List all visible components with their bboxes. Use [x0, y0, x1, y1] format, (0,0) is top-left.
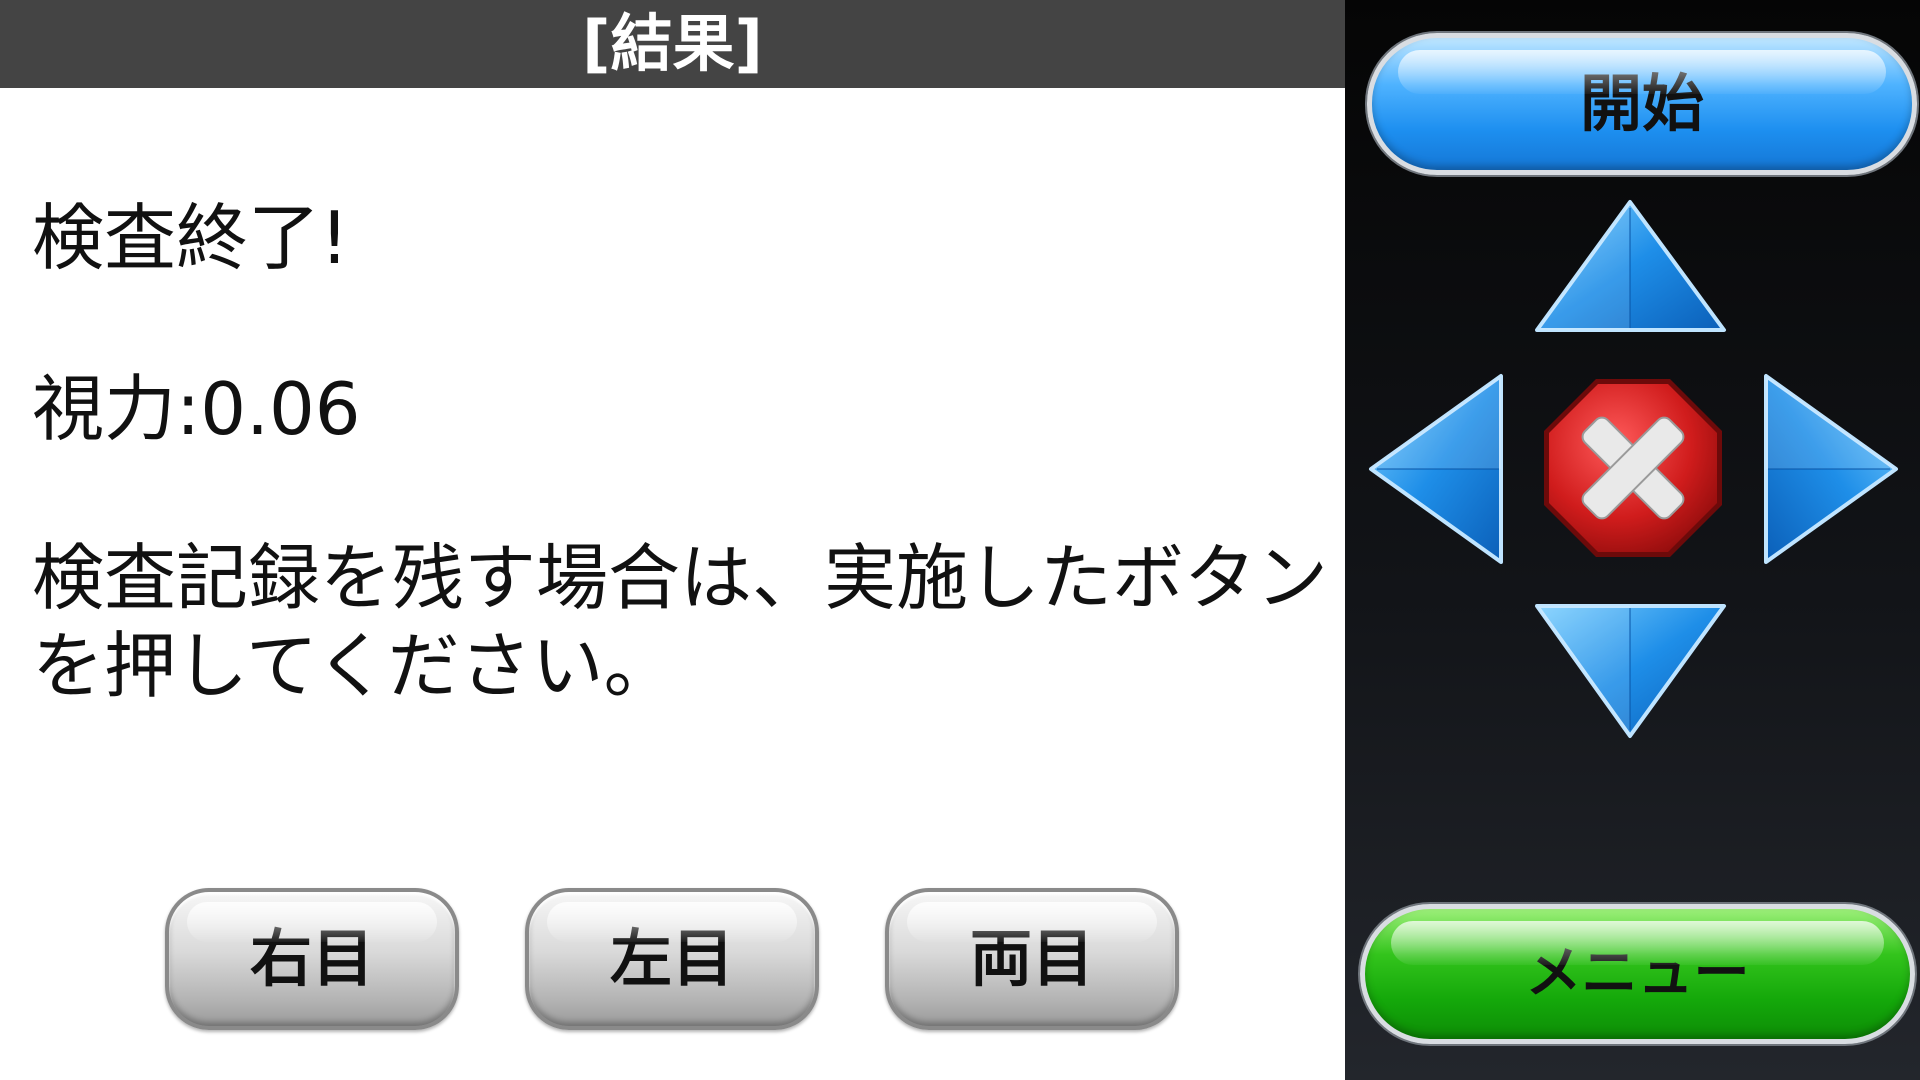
page-title: [結果] [0, 0, 1345, 88]
visual-acuity-result: 視力:0.06 [32, 367, 361, 451]
instruction-text-line-2: を押してください。 [32, 624, 676, 708]
arrow-left-button[interactable] [1367, 372, 1507, 566]
menu-button[interactable]: メニュー [1360, 904, 1915, 1044]
arrow-down-icon [1535, 604, 1726, 738]
arrow-up-button[interactable] [1533, 198, 1728, 336]
arrow-right-icon [1764, 374, 1898, 564]
arrow-up-icon [1535, 200, 1726, 332]
arrow-down-button[interactable] [1533, 600, 1728, 740]
left-eye-button[interactable]: 左目 [525, 888, 819, 1030]
cancel-x-icon [1544, 379, 1722, 557]
right-eye-button[interactable]: 右目 [165, 888, 459, 1030]
instruction-text-line-1: 検査記録を残す場合は、実施したボタン [32, 536, 1329, 620]
app-window: [結果] 検査終了! 視力:0.06 検査記録を残す場合は、実施したボタン を押… [0, 0, 1920, 1080]
cancel-button[interactable] [1540, 375, 1726, 561]
start-button[interactable]: 開始 [1367, 33, 1917, 175]
both-eyes-button[interactable]: 両目 [885, 888, 1179, 1030]
control-panel: 開始 メニュー [1345, 0, 1920, 1080]
arrow-left-icon [1369, 374, 1503, 564]
test-complete-message: 検査終了! [32, 196, 349, 280]
arrow-right-button[interactable] [1760, 372, 1900, 566]
result-pane: [結果] 検査終了! 視力:0.06 検査記録を残す場合は、実施したボタン を押… [0, 0, 1345, 1080]
